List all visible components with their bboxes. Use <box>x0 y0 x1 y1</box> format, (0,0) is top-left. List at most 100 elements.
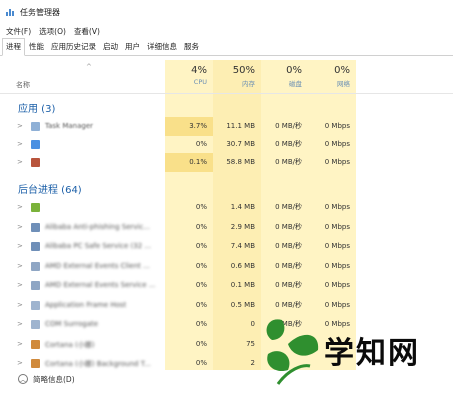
process-network: 0 Mbps <box>324 158 350 166</box>
process-name: AMD External Events Service ... <box>45 281 156 289</box>
process-disk: 0 MB/秒 <box>275 122 302 130</box>
expand-chevron-icon[interactable]: > <box>17 340 23 348</box>
process-cpu: 3.7% <box>165 117 213 136</box>
process-name: AMD External Events Client ... <box>45 261 150 270</box>
menu-file[interactable]: 文件(F) <box>6 26 31 37</box>
background-group-header[interactable]: 后台进程 (64) <box>0 177 453 197</box>
process-memory: 11.1 MB <box>226 122 255 130</box>
process-cpu: 0% <box>195 320 207 328</box>
expand-chevron-icon[interactable]: > <box>17 158 23 166</box>
expand-chevron-icon[interactable]: > <box>17 223 23 231</box>
memory-label: 内存 <box>242 80 255 88</box>
menu-view[interactable]: 查看(V) <box>74 26 100 37</box>
apps-group-header[interactable]: 应用 (3) <box>0 96 453 116</box>
expand-chevron-icon[interactable]: > <box>17 281 23 289</box>
process-memory: 7.4 MB <box>230 242 255 250</box>
process-name: Alibaba Anti-phishing Servic... <box>45 222 151 231</box>
process-icon <box>31 339 40 349</box>
menu-options[interactable]: 选项(O) <box>39 26 66 37</box>
column-header: ^ 名称 4% CPU 50% 内存 0% 磁盘 0% 网络 <box>0 60 453 94</box>
process-memory: 2.9 MB <box>230 222 255 231</box>
disk-total: 0% <box>286 65 302 76</box>
process-disk: 0 MB/秒 <box>275 222 302 231</box>
process-cpu: 0% <box>195 222 207 231</box>
tab-users[interactable]: 用户 <box>122 41 143 55</box>
network-column-header[interactable]: 0% 网络 <box>308 60 356 94</box>
tab-processes[interactable]: 进程 <box>2 38 25 56</box>
process-memory: 1.4 MB <box>230 203 255 211</box>
process-row[interactable]: >0.1% 58.8 MB 0 MB/秒 0 Mbps <box>0 153 453 172</box>
expand-chevron-icon[interactable]: > <box>17 122 23 130</box>
fewer-details-link[interactable]: 简略信息(D) <box>33 374 75 385</box>
process-cpu: 0% <box>195 261 207 270</box>
process-row[interactable]: > Alibaba Anti-phishing Servic... 0% 2.9 MB… <box>0 218 453 237</box>
expand-chevron-icon[interactable]: > <box>17 242 23 250</box>
watermark-leaf-icon <box>266 319 319 385</box>
process-cpu: 0% <box>195 281 207 289</box>
cpu-total: 4% <box>191 65 207 76</box>
sort-up-icon[interactable]: ^ <box>86 63 92 71</box>
process-disk: 0 MB/秒 <box>275 158 302 166</box>
process-disk: 0 MB/秒 <box>275 261 302 270</box>
process-name: Application Frame Host <box>45 300 127 309</box>
tab-app-history[interactable]: 应用历史记录 <box>48 41 99 55</box>
tab-details[interactable]: 详细信息 <box>144 41 180 55</box>
process-icon <box>31 222 40 232</box>
process-row[interactable]: >0% 1.4 MB 0 MB/秒 0 Mbps <box>0 198 453 217</box>
process-cpu: 0% <box>195 242 207 250</box>
background-group-label: 后台进程 (64) <box>18 185 82 196</box>
name-column-header[interactable]: 名称 <box>16 80 30 90</box>
process-disk: 0 MB/秒 <box>275 242 302 250</box>
window-title: 任务管理器 <box>20 7 60 17</box>
apps-group-label: 应用 (3) <box>18 104 56 115</box>
process-name: Task Manager <box>45 122 94 130</box>
expand-chevron-icon[interactable]: > <box>17 301 23 309</box>
process-row[interactable]: > AMD External Events Service ... 0% 0.1 MB… <box>0 276 453 295</box>
process-memory: 0.1 MB <box>230 281 255 289</box>
expand-chevron-icon[interactable]: > <box>17 262 23 270</box>
process-icon <box>31 140 40 149</box>
tab-startup[interactable]: 启动 <box>100 41 121 55</box>
expand-chevron-icon[interactable]: > <box>17 320 23 328</box>
watermark-text: 学知网 <box>324 336 420 371</box>
process-memory: 75 <box>246 339 255 348</box>
process-network: 0 Mbps <box>324 242 350 250</box>
chevron-up-circle-icon[interactable]: ︿ <box>18 374 28 384</box>
memory-column-header[interactable]: 50% 内存 <box>213 60 261 94</box>
process-cpu: 0% <box>195 300 207 309</box>
process-network: 0 Mbps <box>324 122 350 130</box>
process-icon <box>31 320 40 329</box>
process-memory: 0.6 MB <box>230 261 255 270</box>
watermark: 学知网 <box>258 310 453 390</box>
process-row[interactable]: > AMD External Events Client ... 0% 0.6 MB 0… <box>0 257 453 276</box>
tab-services[interactable]: 服务 <box>181 41 202 55</box>
disk-column-header[interactable]: 0% 磁盘 <box>261 60 308 94</box>
tab-performance[interactable]: 性能 <box>26 41 47 55</box>
process-name: Cortana (小娜) <box>45 340 95 349</box>
process-row[interactable]: >0% 30.7 MB 0 MB/秒 0 Mbps <box>0 135 453 154</box>
process-icon <box>31 203 40 212</box>
menu-bar: 文件(F) 选项(O) 查看(V) <box>0 24 453 38</box>
process-row[interactable]: > Task Manager 3.7% 11.1 MB 0 MB/秒 0 Mbps <box>0 117 453 136</box>
process-cpu: 0% <box>195 140 207 148</box>
process-memory: 58.8 MB <box>226 158 255 166</box>
expand-chevron-icon[interactable]: > <box>17 140 23 148</box>
process-network: 0 Mbps <box>324 281 350 289</box>
process-name: COM Surrogate <box>45 320 99 328</box>
memory-total: 50% <box>232 65 255 76</box>
process-row[interactable]: > Alibaba PC Safe Service (32 ... 0% 7.4 MB… <box>0 237 453 256</box>
process-network: 0 Mbps <box>324 203 350 211</box>
process-memory: 0 <box>250 320 255 328</box>
network-total: 0% <box>334 65 350 76</box>
process-icon <box>31 122 40 131</box>
process-icon <box>31 158 40 167</box>
cpu-column-header[interactable]: 4% CPU <box>165 60 213 94</box>
process-network: 0 Mbps <box>324 222 350 231</box>
process-icon <box>31 281 40 290</box>
disk-label: 磁盘 <box>289 80 302 88</box>
process-network: 0 Mbps <box>324 261 350 270</box>
expand-chevron-icon[interactable]: > <box>17 203 23 211</box>
network-label: 网络 <box>337 80 350 88</box>
cpu-label: CPU <box>193 78 207 86</box>
process-cpu: 0% <box>195 203 207 211</box>
